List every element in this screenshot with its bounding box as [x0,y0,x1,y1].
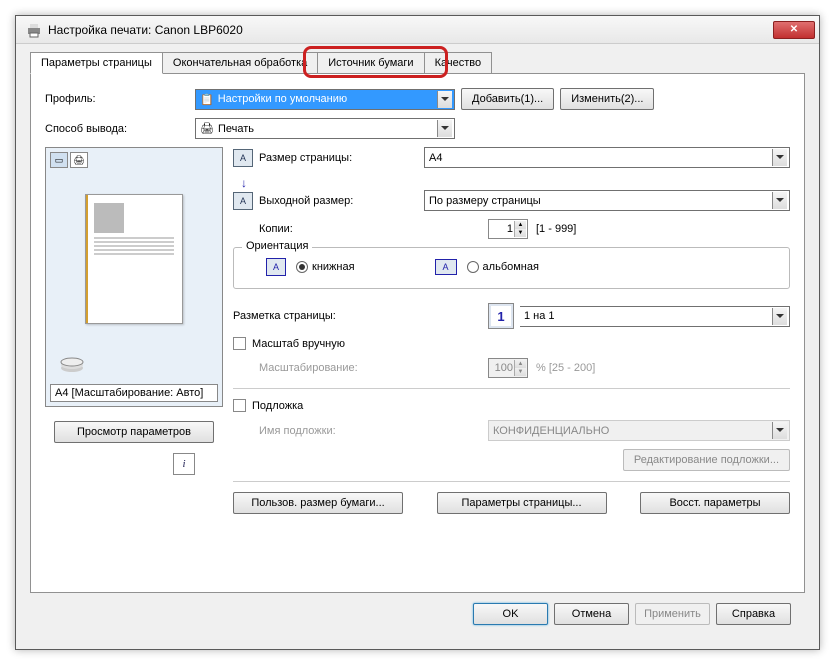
page-preview-image [85,194,183,324]
printer-icon [26,22,42,38]
page-size-select[interactable]: A4 [424,147,790,168]
page-params-button[interactable]: Параметры страницы... [437,492,607,514]
edit-profile-button[interactable]: Изменить(2)... [560,88,654,110]
tab-content: Профиль: 📋Настройки по умолчанию Добавит… [30,73,805,593]
manual-scale-label: Масштаб вручную [252,338,345,350]
output-size-icon: A [233,192,253,210]
tab-quality[interactable]: Качество [424,52,493,73]
preview-status: A4 [Масштабирование: Авто] [50,384,218,402]
layout-label: Разметка страницы: [233,310,424,322]
profile-label: Профиль: [45,93,195,105]
scale-label: Масштабирование: [259,362,424,374]
preview-mode-printer-icon[interactable]: 🖨 [70,152,88,168]
titlebar: Настройка печати: Canon LBP6020 ✕ [16,16,819,44]
watermark-checkbox[interactable] [233,399,246,412]
output-size-select[interactable]: По размеру страницы [424,190,790,211]
apply-button: Применить [635,603,710,625]
watermark-label: Подложка [252,400,303,412]
print-settings-window: Настройка печати: Canon LBP6020 ✕ Параме… [15,15,820,650]
output-label: Способ вывода: [45,123,195,135]
restore-button[interactable]: Восст. параметры [640,492,790,514]
ok-button[interactable]: OK [473,603,548,625]
layout-icon: 1 [488,303,514,329]
copies-spinner[interactable]: 1 ▲▼ [488,219,528,239]
close-button[interactable]: ✕ [773,21,815,39]
printer-stack-icon [58,352,86,374]
profile-select[interactable]: 📋Настройки по умолчанию [195,89,455,110]
view-params-button[interactable]: Просмотр параметров [54,421,214,443]
output-size-label: Выходной размер: [259,195,424,207]
tab-page-params[interactable]: Параметры страницы [30,52,163,74]
tab-paper-source[interactable]: Источник бумаги [317,52,424,73]
orientation-portrait-radio[interactable]: A книжная [266,258,355,276]
user-paper-size-button[interactable]: Пользов. размер бумаги... [233,492,403,514]
layout-select[interactable]: 1 на 1 [520,306,790,327]
chevron-down-icon [437,91,452,108]
watermark-name-label: Имя подложки: [259,425,424,437]
watermark-select: КОНФИДЕНЦИАЛЬНО [488,420,790,441]
cancel-button[interactable]: Отмена [554,603,629,625]
scale-range: % [25 - 200] [536,362,595,374]
copies-label: Копии: [259,223,424,235]
output-select[interactable]: 🖨Печать [195,118,455,139]
orientation-legend: Ориентация [242,240,312,252]
manual-scale-checkbox[interactable] [233,337,246,350]
orientation-group: Ориентация A книжная A альбомная [233,247,790,289]
edit-watermark-button: Редактирование подложки... [623,449,790,471]
window-title: Настройка печати: Canon LBP6020 [48,23,773,37]
orientation-landscape-radio[interactable]: A альбомная [435,258,539,276]
copies-range: [1 - 999] [536,223,576,235]
help-button[interactable]: Справка [716,603,791,625]
page-size-label: Размер страницы: [259,152,424,164]
preview-panel: ▭ 🖨 A4 [Масштабирование: Авто] [45,147,223,407]
tab-finishing[interactable]: Окончательная обработка [162,52,318,73]
dialog-button-bar: OK Отмена Применить Справка [30,593,805,635]
scale-spinner: 100 ▲▼ [488,358,528,378]
chevron-down-icon [437,120,452,137]
tab-bar: Параметры страницы Окончательная обработ… [30,52,805,73]
info-icon[interactable]: i [173,453,195,475]
page-size-icon: A [233,149,253,167]
add-profile-button[interactable]: Добавить(1)... [461,88,554,110]
preview-mode-page-icon[interactable]: ▭ [50,152,68,168]
